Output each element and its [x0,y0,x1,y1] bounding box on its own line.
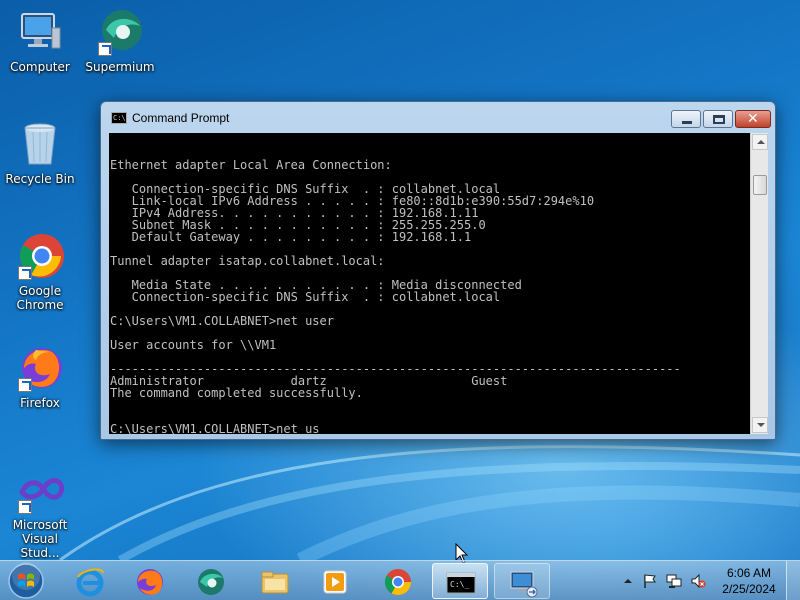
desktop-icon-label: Google Chrome [16,284,64,312]
desktop-icon-label: Recycle Bin [5,172,75,186]
desktop-icon-google-chrome[interactable]: Google Chrome [2,232,78,312]
shortcut-arrow-icon [18,500,32,514]
maximize-button[interactable] [703,110,733,128]
desktop-icon-label: Supermium [85,60,155,74]
desktop-icon-label: Microsoft Visual Stud... [12,518,68,560]
command-prompt-icon: C:\_ [446,572,476,594]
console-line: Tunnel adapter isatap.collabnet.local: [110,254,385,268]
shortcut-arrow-icon [18,266,32,280]
clock-time: 6:06 AM [726,566,772,580]
scroll-down-button[interactable] [752,417,768,433]
firefox-icon [16,344,64,392]
scroll-up-button[interactable] [752,134,768,150]
desktop-icon-recycle-bin[interactable]: Recycle Bin [2,120,78,186]
desktop-icon-visual-studio[interactable]: Microsoft Visual Stud... [2,466,78,560]
console-line: Ethernet adapter Local Area Connection: [110,158,392,172]
desktop-icon-label: Computer [10,60,70,74]
desktop-icon-label: Firefox [20,396,60,410]
close-button[interactable]: ✕ [735,110,771,128]
shortcut-arrow-icon [98,42,112,56]
taskbar: C:\_ 6:06 AM 2/25/2024 [0,560,800,600]
clock-date: 2/25/2024 [722,582,776,596]
firefox-icon [137,569,163,595]
taskbar-firefox[interactable] [122,563,178,599]
flag-icon [644,574,656,588]
window-title: Command Prompt [132,111,230,125]
supermium-icon [198,569,224,595]
computer-icon [16,8,64,56]
chrome-icon [16,232,64,280]
vertical-scrollbar[interactable] [750,133,768,434]
start-button[interactable] [6,562,46,600]
desktop-icon-computer[interactable]: Computer [2,8,78,74]
window-titlebar[interactable]: C:\ Command Prompt ✕ [101,102,775,132]
internet-explorer-icon [76,568,104,597]
command-prompt-window[interactable]: C:\ Command Prompt ✕ Ethernet adapter Lo… [100,101,776,440]
folder-icon [261,571,289,594]
visual-studio-icon [16,466,65,514]
console-line: C:\Users\VM1.COLLABNET>net us [110,422,320,434]
console-line: C:\Users\VM1.COLLABNET>net user [110,314,334,328]
taskbar-command-prompt[interactable]: C:\_ [432,563,488,599]
desktop-icon-supermium[interactable]: Supermium [82,8,158,74]
console-line: The command completed successfully. [110,386,363,400]
tray-volume[interactable] [690,573,706,589]
chevron-up-icon [624,579,632,583]
console-line: User accounts for \\VM1 [110,338,277,352]
network-icon [666,574,682,588]
chrome-icon [384,569,412,596]
taskbar-internet-explorer[interactable] [62,563,118,599]
desktop-icon-firefox[interactable]: Firefox [2,344,78,410]
taskbar-supermium[interactable] [183,563,239,599]
clock[interactable]: 6:06 AM 2/25/2024 [718,565,780,597]
console-output[interactable]: Ethernet adapter Local Area Connection: … [109,133,750,434]
tray-action-center[interactable] [642,573,658,589]
taskbar-media-player[interactable] [307,563,363,599]
console-line: Default Gateway . . . . . . . . . : 192.… [110,230,472,244]
speaker-muted-icon [691,573,706,589]
taskbar-chrome[interactable] [370,563,426,599]
minimize-icon [682,121,692,124]
windows-logo-icon [8,562,44,599]
show-hidden-icons-button[interactable] [620,573,636,589]
remote-desktop-icon [510,571,538,598]
media-player-icon [323,570,347,594]
close-icon: ✕ [747,111,759,127]
svg-text:C:\_: C:\_ [450,580,469,589]
shortcut-arrow-icon [18,378,32,392]
recycle-bin-icon [16,120,64,168]
taskbar-file-explorer[interactable] [247,563,303,599]
scroll-thumb[interactable] [753,175,767,195]
minimize-button[interactable] [671,110,701,128]
maximize-icon [713,115,725,124]
show-desktop-button[interactable] [786,561,800,600]
tray-network[interactable] [666,573,682,589]
supermium-icon [96,8,144,56]
console-line: Connection-specific DNS Suffix . : colla… [110,290,501,304]
taskbar-remote-desktop[interactable] [494,563,550,599]
cmd-icon: C:\ [111,112,127,124]
